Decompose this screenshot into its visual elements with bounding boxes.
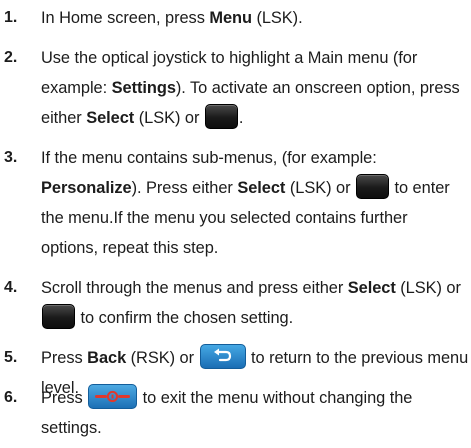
back-key-label: Back <box>87 349 127 367</box>
select-key-label: Select <box>86 109 135 127</box>
personalize-label: Personalize <box>41 179 132 197</box>
step-text-line: Personalize). Press either Select (LSK) … <box>41 174 450 202</box>
ok-key-icon <box>204 104 238 129</box>
menu-key-label: Menu <box>209 9 252 27</box>
step-text-line: example: Settings). To activate an onscr… <box>41 79 460 97</box>
step-text-line: Press to exit the menu without changing … <box>41 384 412 412</box>
step-number: 4. <box>4 279 18 296</box>
step-text-line: to confirm the chosen setting. <box>41 304 293 332</box>
step-text-line: options, repeat this step. <box>41 239 219 257</box>
step-text-line: If the menu contains sub-menus, (for exa… <box>41 149 377 167</box>
step-number: 3. <box>4 149 18 166</box>
step-text-line: Use the optical joystick to highlight a … <box>41 49 418 67</box>
step-text-line: Scroll through the menus and press eithe… <box>41 279 461 297</box>
step-number: 1. <box>4 9 18 26</box>
step-text-line: settings. <box>41 419 102 437</box>
step-number: 6. <box>4 389 18 406</box>
step-number: 5. <box>4 349 18 366</box>
step-text-line: the menu.If the menu you selected contai… <box>41 209 408 227</box>
select-key-label: Select <box>237 179 286 197</box>
step-text-line: Press Back (RSK) or to return to the pre… <box>41 344 468 372</box>
instruction-document: 1. In Home screen, press Menu (LSK). 2. … <box>0 0 471 448</box>
back-arrow-icon <box>199 344 246 369</box>
end-key-icon <box>88 384 138 409</box>
ok-key-icon <box>355 174 389 199</box>
select-key-label: Select <box>347 279 396 297</box>
step-number: 2. <box>4 49 18 66</box>
step-text-line: In Home screen, press Menu (LSK). <box>41 9 303 27</box>
ok-key-icon <box>42 304 75 329</box>
step-text-line: either Select (LSK) or . <box>41 104 243 132</box>
settings-label: Settings <box>111 79 176 97</box>
